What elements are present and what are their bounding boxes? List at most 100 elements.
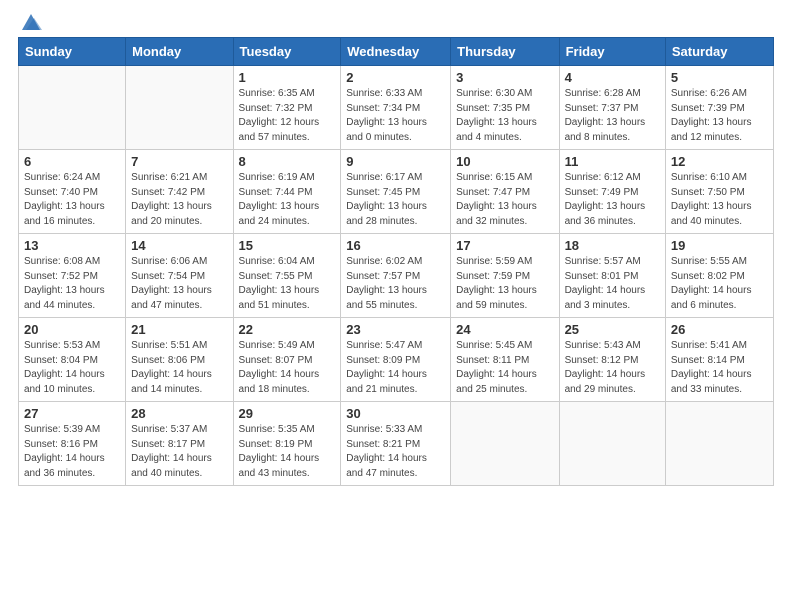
calendar-cell: 3 Sunrise: 6:30 AMSunset: 7:35 PMDaylight… — [451, 66, 559, 150]
day-info: Sunrise: 6:21 AMSunset: 7:42 PMDaylight:… — [131, 171, 227, 229]
day-number: 3 — [456, 70, 553, 85]
calendar-cell: 27 Sunrise: 5:39 AMSunset: 8:16 PMDayligh… — [19, 402, 126, 486]
calendar-cell: 16 Sunrise: 6:02 AMSunset: 7:57 PMDayligh… — [341, 234, 451, 318]
day-info: Sunrise: 5:33 AMSunset: 8:21 PMDaylight:… — [346, 423, 445, 481]
calendar-week-row: 20 Sunrise: 5:53 AMSunset: 8:04 PMDayligh… — [19, 318, 774, 402]
day-number: 25 — [565, 322, 660, 337]
col-header-thursday: Thursday — [451, 38, 559, 66]
col-header-wednesday: Wednesday — [341, 38, 451, 66]
day-number: 27 — [24, 406, 120, 421]
calendar-cell — [19, 66, 126, 150]
calendar-week-row: 27 Sunrise: 5:39 AMSunset: 8:16 PMDayligh… — [19, 402, 774, 486]
day-number: 29 — [239, 406, 336, 421]
day-info: Sunrise: 6:35 AMSunset: 7:32 PMDaylight:… — [239, 87, 336, 145]
day-number: 5 — [671, 70, 768, 85]
calendar-cell: 4 Sunrise: 6:28 AMSunset: 7:37 PMDaylight… — [559, 66, 665, 150]
day-number: 7 — [131, 154, 227, 169]
day-number: 20 — [24, 322, 120, 337]
calendar-cell: 15Sunrise: 6:04 AMSunset: 7:55 PMDayligh… — [233, 234, 341, 318]
col-header-saturday: Saturday — [665, 38, 773, 66]
calendar-week-row: 13Sunrise: 6:08 AMSunset: 7:52 PMDayligh… — [19, 234, 774, 318]
day-info: Sunrise: 6:10 AMSunset: 7:50 PMDaylight:… — [671, 171, 768, 229]
calendar-cell: 1 Sunrise: 6:35 AMSunset: 7:32 PMDaylight… — [233, 66, 341, 150]
day-number: 21 — [131, 322, 227, 337]
day-number: 22 — [239, 322, 336, 337]
day-info: Sunrise: 5:45 AMSunset: 8:11 PMDaylight:… — [456, 339, 553, 397]
day-number: 24 — [456, 322, 553, 337]
day-info: Sunrise: 5:55 AMSunset: 8:02 PMDaylight:… — [671, 255, 768, 313]
day-info: Sunrise: 6:28 AMSunset: 7:37 PMDaylight:… — [565, 87, 660, 145]
day-number: 16 — [346, 238, 445, 253]
day-info: Sunrise: 5:37 AMSunset: 8:17 PMDaylight:… — [131, 423, 227, 481]
day-info: Sunrise: 6:33 AMSunset: 7:34 PMDaylight:… — [346, 87, 445, 145]
day-number: 13 — [24, 238, 120, 253]
day-info: Sunrise: 6:17 AMSunset: 7:45 PMDaylight:… — [346, 171, 445, 229]
calendar-cell: 18 Sunrise: 5:57 AMSunset: 8:01 PMDayligh… — [559, 234, 665, 318]
day-number: 6 — [24, 154, 120, 169]
logo — [18, 10, 42, 29]
calendar-cell: 12 Sunrise: 6:10 AMSunset: 7:50 PMDayligh… — [665, 150, 773, 234]
col-header-friday: Friday — [559, 38, 665, 66]
day-number: 10 — [456, 154, 553, 169]
calendar-cell: 11 Sunrise: 6:12 AMSunset: 7:49 PMDayligh… — [559, 150, 665, 234]
calendar-cell: 30 Sunrise: 5:33 AMSunset: 8:21 PMDayligh… — [341, 402, 451, 486]
calendar-table: SundayMondayTuesdayWednesdayThursdayFrid… — [18, 37, 774, 486]
day-number: 28 — [131, 406, 227, 421]
day-number: 18 — [565, 238, 660, 253]
day-info: Sunrise: 6:02 AMSunset: 7:57 PMDaylight:… — [346, 255, 445, 313]
day-info: Sunrise: 6:06 AMSunset: 7:54 PMDaylight:… — [131, 255, 227, 313]
day-info: Sunrise: 5:41 AMSunset: 8:14 PMDaylight:… — [671, 339, 768, 397]
day-number: 2 — [346, 70, 445, 85]
calendar-cell: 13Sunrise: 6:08 AMSunset: 7:52 PMDayligh… — [19, 234, 126, 318]
day-info: Sunrise: 5:47 AMSunset: 8:09 PMDaylight:… — [346, 339, 445, 397]
calendar-cell: 19 Sunrise: 5:55 AMSunset: 8:02 PMDayligh… — [665, 234, 773, 318]
day-info: Sunrise: 5:51 AMSunset: 8:06 PMDaylight:… — [131, 339, 227, 397]
calendar-cell: 20 Sunrise: 5:53 AMSunset: 8:04 PMDayligh… — [19, 318, 126, 402]
day-number: 1 — [239, 70, 336, 85]
day-info: Sunrise: 5:49 AMSunset: 8:07 PMDaylight:… — [239, 339, 336, 397]
calendar-cell — [126, 66, 233, 150]
day-number: 9 — [346, 154, 445, 169]
header — [18, 10, 774, 29]
day-info: Sunrise: 6:26 AMSunset: 7:39 PMDaylight:… — [671, 87, 768, 145]
calendar-cell: 10 Sunrise: 6:15 AMSunset: 7:47 PMDayligh… — [451, 150, 559, 234]
calendar-cell: 29Sunrise: 5:35 AMSunset: 8:19 PMDayligh… — [233, 402, 341, 486]
day-number: 26 — [671, 322, 768, 337]
calendar-cell: 22 Sunrise: 5:49 AMSunset: 8:07 PMDayligh… — [233, 318, 341, 402]
calendar-cell: 21 Sunrise: 5:51 AMSunset: 8:06 PMDayligh… — [126, 318, 233, 402]
calendar-cell: 9 Sunrise: 6:17 AMSunset: 7:45 PMDaylight… — [341, 150, 451, 234]
day-number: 17 — [456, 238, 553, 253]
day-number: 30 — [346, 406, 445, 421]
day-info: Sunrise: 5:53 AMSunset: 8:04 PMDaylight:… — [24, 339, 120, 397]
calendar-cell: 8 Sunrise: 6:19 AMSunset: 7:44 PMDaylight… — [233, 150, 341, 234]
day-number: 23 — [346, 322, 445, 337]
day-info: Sunrise: 5:57 AMSunset: 8:01 PMDaylight:… — [565, 255, 660, 313]
day-number: 11 — [565, 154, 660, 169]
day-info: Sunrise: 6:30 AMSunset: 7:35 PMDaylight:… — [456, 87, 553, 145]
calendar-cell: 7 Sunrise: 6:21 AMSunset: 7:42 PMDaylight… — [126, 150, 233, 234]
page: SundayMondayTuesdayWednesdayThursdayFrid… — [0, 0, 792, 612]
day-info: Sunrise: 6:15 AMSunset: 7:47 PMDaylight:… — [456, 171, 553, 229]
calendar-cell: 5 Sunrise: 6:26 AMSunset: 7:39 PMDaylight… — [665, 66, 773, 150]
calendar-cell: 2 Sunrise: 6:33 AMSunset: 7:34 PMDaylight… — [341, 66, 451, 150]
day-number: 19 — [671, 238, 768, 253]
day-number: 4 — [565, 70, 660, 85]
calendar-cell: 14 Sunrise: 6:06 AMSunset: 7:54 PMDayligh… — [126, 234, 233, 318]
day-info: Sunrise: 6:19 AMSunset: 7:44 PMDaylight:… — [239, 171, 336, 229]
col-header-sunday: Sunday — [19, 38, 126, 66]
day-number: 12 — [671, 154, 768, 169]
calendar-week-row: 1 Sunrise: 6:35 AMSunset: 7:32 PMDaylight… — [19, 66, 774, 150]
day-info: Sunrise: 6:24 AMSunset: 7:40 PMDaylight:… — [24, 171, 120, 229]
day-info: Sunrise: 5:43 AMSunset: 8:12 PMDaylight:… — [565, 339, 660, 397]
day-number: 8 — [239, 154, 336, 169]
day-info: Sunrise: 5:59 AMSunset: 7:59 PMDaylight:… — [456, 255, 553, 313]
calendar-cell — [559, 402, 665, 486]
calendar-header-row: SundayMondayTuesdayWednesdayThursdayFrid… — [19, 38, 774, 66]
calendar-cell: 26 Sunrise: 5:41 AMSunset: 8:14 PMDayligh… — [665, 318, 773, 402]
calendar-cell: 25 Sunrise: 5:43 AMSunset: 8:12 PMDayligh… — [559, 318, 665, 402]
col-header-tuesday: Tuesday — [233, 38, 341, 66]
day-info: Sunrise: 6:12 AMSunset: 7:49 PMDaylight:… — [565, 171, 660, 229]
day-info: Sunrise: 5:39 AMSunset: 8:16 PMDaylight:… — [24, 423, 120, 481]
day-number: 14 — [131, 238, 227, 253]
calendar-cell: 6 Sunrise: 6:24 AMSunset: 7:40 PMDaylight… — [19, 150, 126, 234]
